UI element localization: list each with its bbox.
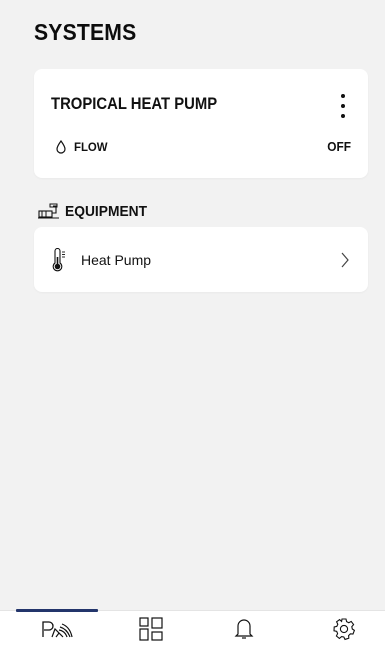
system-name: TROPICAL HEAT PUMP bbox=[51, 95, 218, 113]
bottom-tab-bar bbox=[0, 609, 385, 646]
thermometer-icon bbox=[52, 247, 65, 271]
equipment-section-header: EQUIPMENT bbox=[38, 201, 154, 221]
tab-notifications[interactable] bbox=[203, 611, 285, 646]
water-drop-icon bbox=[56, 140, 66, 154]
equipment-section-title: EQUIPMENT bbox=[65, 202, 148, 220]
settings-gear-icon bbox=[333, 617, 356, 640]
tab-dashboard[interactable] bbox=[110, 611, 192, 646]
page-title: SYSTEMS bbox=[34, 19, 137, 45]
chevron-right-icon bbox=[341, 252, 349, 267]
pool-icon bbox=[42, 620, 73, 637]
equipment-item-heat-pump[interactable]: Heat Pump bbox=[34, 227, 368, 292]
flow-status: OFF bbox=[327, 140, 351, 154]
flow-label: FLOW bbox=[74, 140, 108, 154]
equipment-item-label: Heat Pump bbox=[81, 251, 152, 268]
kebab-menu-icon[interactable] bbox=[336, 94, 350, 118]
dashboard-icon bbox=[139, 616, 163, 641]
flow-row: FLOW OFF bbox=[56, 139, 351, 155]
system-card[interactable]: TROPICAL HEAT PUMP FLOW OFF bbox=[34, 69, 368, 178]
equipment-icon bbox=[38, 203, 59, 219]
tab-settings[interactable] bbox=[303, 611, 385, 646]
tab-pool[interactable] bbox=[16, 611, 98, 646]
bell-icon bbox=[234, 618, 254, 639]
